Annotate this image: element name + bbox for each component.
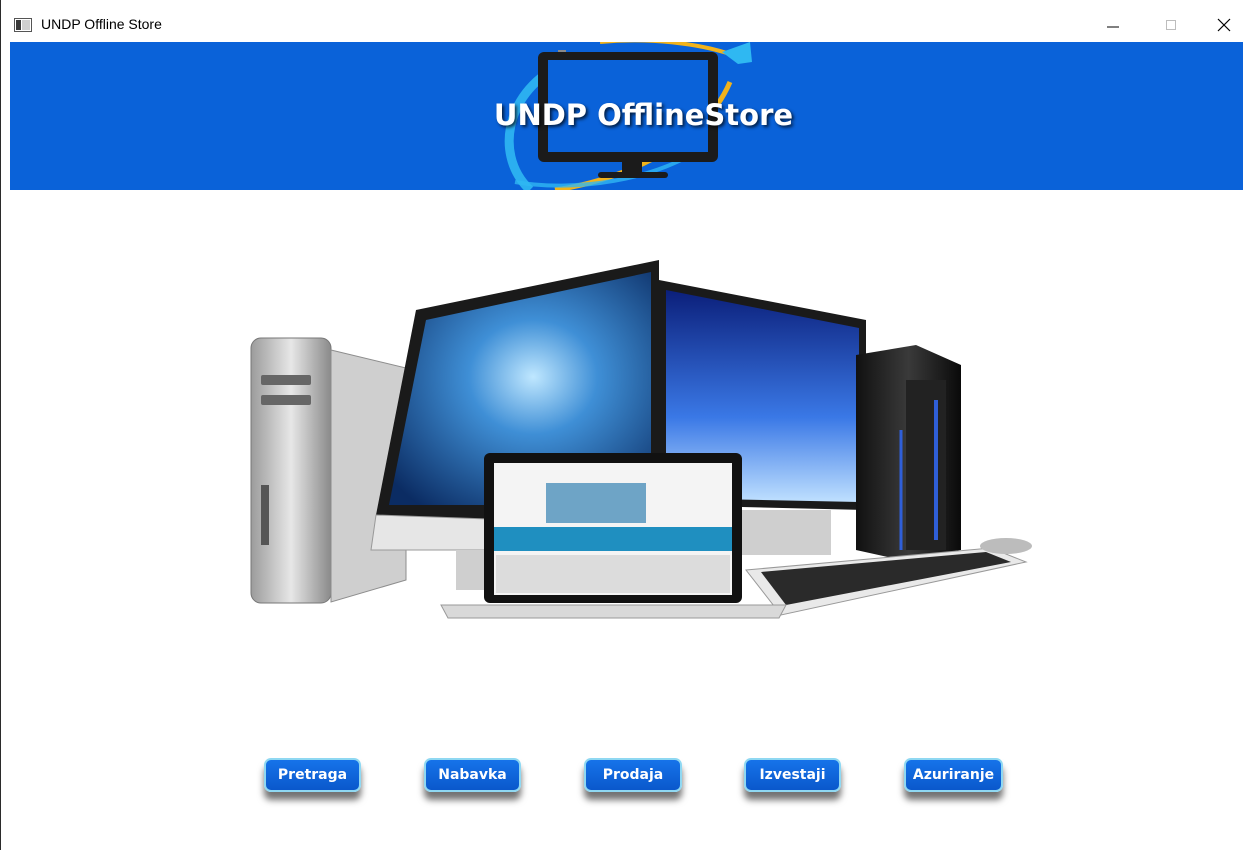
nabavka-button[interactable]: Nabavka	[424, 758, 521, 792]
azuriranje-button[interactable]: Azuriranje	[904, 758, 1003, 792]
header-banner: UNDP OfflineStore	[10, 42, 1243, 190]
title-bar[interactable]: UNDP Offline Store	[1, 0, 1243, 42]
app-icon	[14, 18, 32, 32]
close-button[interactable]	[1204, 10, 1243, 40]
computers-group-illustration	[250, 260, 1032, 619]
izvestaji-button[interactable]: Izvestaji	[744, 758, 841, 792]
prodaja-button[interactable]: Prodaja	[584, 758, 682, 792]
banner-title: UNDP OfflineStore	[493, 98, 794, 132]
pretraga-button[interactable]: Pretraga	[264, 758, 361, 792]
maximize-icon	[1166, 20, 1176, 30]
window-title: UNDP Offline Store	[41, 16, 162, 32]
minimize-icon	[1107, 26, 1119, 28]
maximize-button[interactable]	[1151, 10, 1191, 40]
minimize-button[interactable]	[1093, 10, 1133, 40]
app-window: UNDP Offline Store UNDP OfflineStore Pre…	[0, 0, 1243, 850]
close-icon	[1217, 18, 1231, 32]
